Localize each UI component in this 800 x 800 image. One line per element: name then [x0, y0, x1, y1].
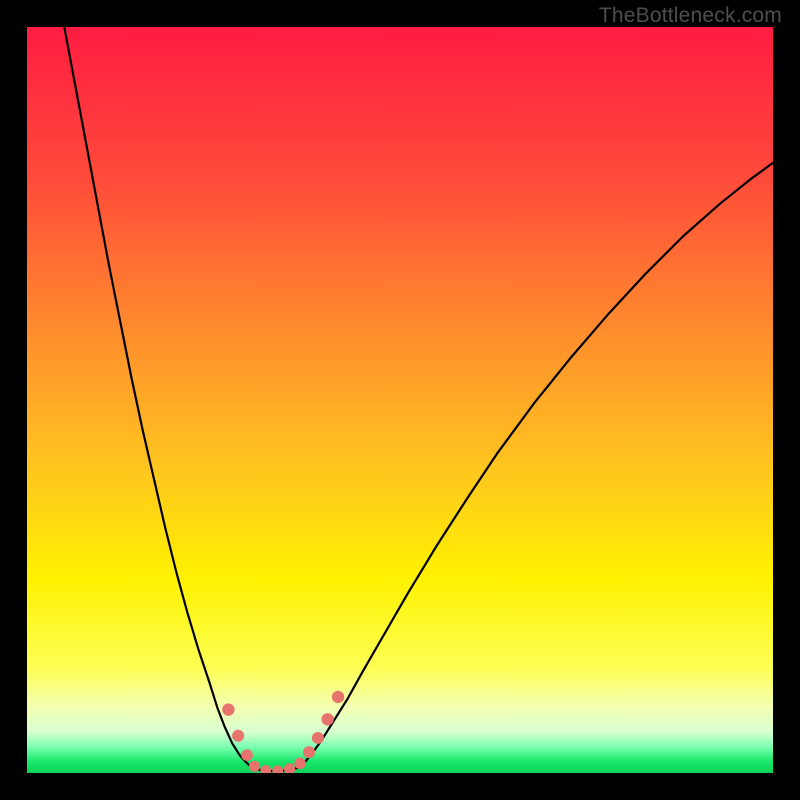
- data-marker: [232, 730, 244, 742]
- data-marker: [332, 691, 344, 703]
- data-marker: [321, 713, 333, 725]
- chart-frame: TheBottleneck.com: [0, 0, 800, 800]
- data-marker: [222, 703, 234, 715]
- series-left-curve: [64, 27, 252, 768]
- data-marker: [284, 763, 295, 773]
- plot-area: [27, 27, 773, 773]
- data-marker: [303, 746, 315, 758]
- curves-layer: [27, 27, 773, 773]
- data-marker: [294, 758, 306, 770]
- data-marker: [272, 765, 283, 773]
- data-marker: [241, 749, 253, 761]
- series-right-curve: [298, 163, 773, 768]
- data-marker: [312, 732, 324, 744]
- data-marker: [260, 765, 271, 773]
- watermark-text: TheBottleneck.com: [599, 4, 782, 28]
- data-marker: [249, 761, 260, 772]
